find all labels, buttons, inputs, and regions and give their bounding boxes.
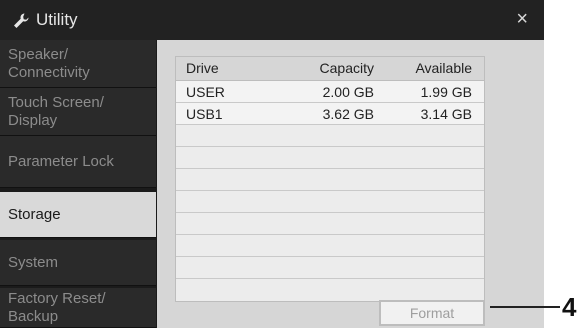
sidebar-item-factory-reset-backup[interactable]: Factory Reset/ Backup bbox=[0, 288, 156, 328]
empty-row bbox=[176, 169, 484, 191]
sidebar-item-label: Touch Screen/ bbox=[8, 93, 104, 111]
sidebar-item-label: Backup bbox=[8, 307, 59, 325]
column-header-available: Available bbox=[415, 60, 472, 76]
callout-number: 4 bbox=[562, 292, 577, 322]
callout-leader-line bbox=[490, 306, 560, 308]
sidebar-item-label: Speaker/ bbox=[8, 45, 69, 63]
empty-row bbox=[176, 191, 484, 213]
column-header-drive: Drive bbox=[186, 60, 219, 76]
storage-panel: Drive Capacity Available USER 2.00 GB 1.… bbox=[157, 40, 544, 328]
drive-capacity: 3.62 GB bbox=[322, 106, 374, 122]
title-bar: Utility × bbox=[0, 0, 544, 40]
drive-available: 3.14 GB bbox=[420, 106, 472, 122]
utility-window: Utility × Speaker/ Connectivity Touch Sc… bbox=[0, 0, 544, 328]
sidebar-item-storage[interactable]: Storage bbox=[0, 192, 156, 238]
drive-table: Drive Capacity Available USER 2.00 GB 1.… bbox=[175, 56, 485, 302]
empty-row bbox=[176, 213, 484, 235]
drive-capacity: 2.00 GB bbox=[322, 84, 374, 100]
table-row[interactable]: USB1 3.62 GB 3.14 GB bbox=[176, 103, 484, 125]
table-row[interactable]: USER 2.00 GB 1.99 GB bbox=[176, 81, 484, 103]
sidebar-item-system[interactable]: System bbox=[0, 240, 156, 286]
empty-row bbox=[176, 235, 484, 257]
column-header-capacity: Capacity bbox=[319, 60, 374, 76]
sidebar-item-label: Factory Reset/ bbox=[8, 289, 106, 307]
sidebar-item-label: System bbox=[8, 253, 59, 271]
sidebar-item-label: Connectivity bbox=[8, 63, 90, 81]
empty-row bbox=[176, 279, 484, 301]
empty-row bbox=[176, 147, 484, 169]
empty-row bbox=[176, 125, 484, 147]
window-title: Utility bbox=[36, 10, 78, 29]
sidebar-item-speaker-connectivity[interactable]: Speaker/ Connectivity bbox=[0, 40, 156, 88]
sidebar-item-touch-screen-display[interactable]: Touch Screen/ Display bbox=[0, 88, 156, 136]
sidebar-item-parameter-lock[interactable]: Parameter Lock bbox=[0, 136, 156, 188]
table-header: Drive Capacity Available bbox=[176, 57, 484, 81]
sidebar-item-label: Storage bbox=[8, 205, 61, 223]
close-icon[interactable]: × bbox=[516, 8, 528, 31]
drive-name: USER bbox=[186, 84, 225, 100]
sidebar-item-label: Display bbox=[8, 111, 58, 129]
format-button[interactable]: Format bbox=[379, 300, 485, 326]
drive-available: 1.99 GB bbox=[420, 84, 472, 100]
sidebar: Speaker/ Connectivity Touch Screen/ Disp… bbox=[0, 40, 156, 328]
sidebar-item-label: Parameter Lock bbox=[8, 152, 114, 170]
drive-name: USB1 bbox=[186, 106, 223, 122]
wrench-icon bbox=[14, 13, 29, 28]
empty-row bbox=[176, 257, 484, 279]
